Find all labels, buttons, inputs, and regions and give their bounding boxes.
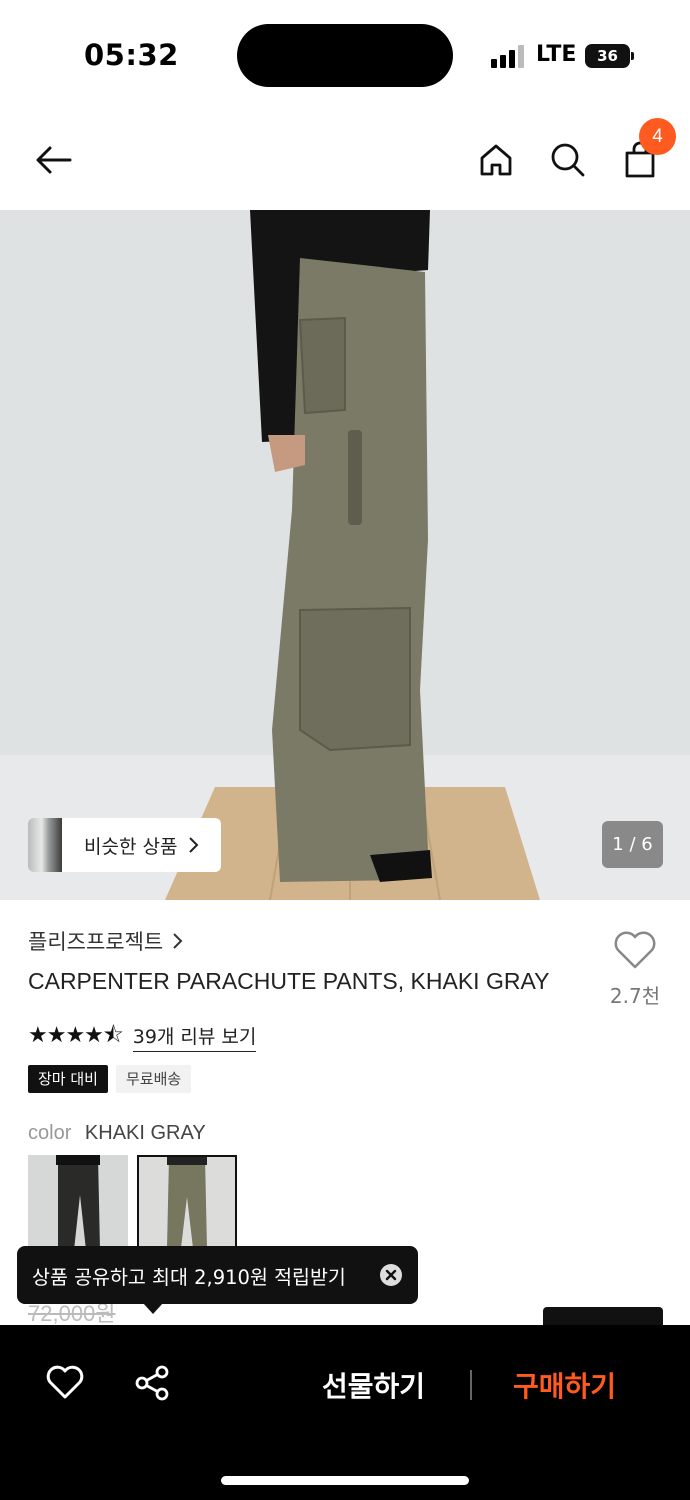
- back-arrow-icon: [36, 146, 72, 174]
- product-photo: [0, 210, 690, 900]
- dynamic-island: [237, 24, 453, 87]
- close-icon[interactable]: [379, 1263, 403, 1287]
- brand-name: 플리즈프로젝트: [28, 930, 164, 954]
- brand-link[interactable]: 플리즈프로젝트: [28, 926, 183, 956]
- share-reward-tooltip: 상품 공유하고 최대 2,910원 적립받기: [17, 1246, 418, 1314]
- back-button[interactable]: [32, 138, 76, 182]
- home-button[interactable]: [474, 138, 518, 182]
- tooltip-text: 상품 공유하고 최대 2,910원 적립받기: [32, 1265, 346, 1289]
- tag-rainy-season: 장마 대비: [28, 1065, 108, 1093]
- swatch-image: [139, 1157, 235, 1248]
- swatch-image: [28, 1155, 128, 1250]
- product-title: CARPENTER PARACHUTE PANTS, KHAKI GRAY: [28, 968, 550, 994]
- gift-button[interactable]: 선물하기: [322, 1365, 425, 1405]
- chevron-right-icon: [173, 933, 183, 949]
- similar-products-button[interactable]: 비슷한 상품: [28, 818, 221, 872]
- review-link[interactable]: 39개 리뷰 보기: [132, 1022, 257, 1052]
- heart-icon: [614, 931, 656, 969]
- cart-count-badge: 4: [639, 118, 676, 155]
- star-rating: ★★★★⯪: [28, 1023, 124, 1048]
- share-icon[interactable]: [133, 1363, 173, 1403]
- bottom-action-bar: 선물하기 구매하기: [0, 1325, 690, 1500]
- color-swatch-khaki-gray[interactable]: [137, 1155, 237, 1250]
- product-image[interactable]: [0, 210, 690, 900]
- home-indicator[interactable]: [221, 1476, 469, 1485]
- signal-icon: [491, 44, 525, 68]
- home-icon: [480, 144, 512, 176]
- tag-free-shipping: 무료배송: [115, 1065, 192, 1093]
- buy-button[interactable]: 구매하기: [513, 1365, 616, 1405]
- top-nav: [0, 110, 690, 210]
- status-bar: 05:32 LTE 36: [0, 0, 690, 110]
- similar-product-thumbnail: [28, 818, 62, 872]
- rating-row: ★★★★⯪ 39개 리뷰 보기: [28, 1018, 257, 1056]
- battery-icon: 36: [585, 44, 634, 68]
- chevron-right-icon: [189, 837, 199, 853]
- color-swatch-black[interactable]: [28, 1155, 128, 1250]
- search-icon: [551, 143, 585, 177]
- like-count: 2.7천: [609, 984, 661, 1008]
- image-pager: 1 / 6: [602, 821, 663, 868]
- search-button[interactable]: [546, 138, 590, 182]
- network-label: LTE: [536, 42, 577, 67]
- tag-list: 장마 대비 무료배송: [28, 1065, 192, 1093]
- similar-products-label: 비슷한 상품: [84, 835, 178, 858]
- heart-icon[interactable]: [45, 1363, 85, 1403]
- like-button[interactable]: 2.7천: [606, 930, 664, 1009]
- color-value: KHAKI GRAY: [84, 1122, 206, 1144]
- color-option-label: color KHAKI GRAY: [28, 1122, 206, 1145]
- color-key: color: [28, 1122, 72, 1144]
- divider: [470, 1370, 472, 1400]
- status-time: 05:32: [84, 38, 179, 72]
